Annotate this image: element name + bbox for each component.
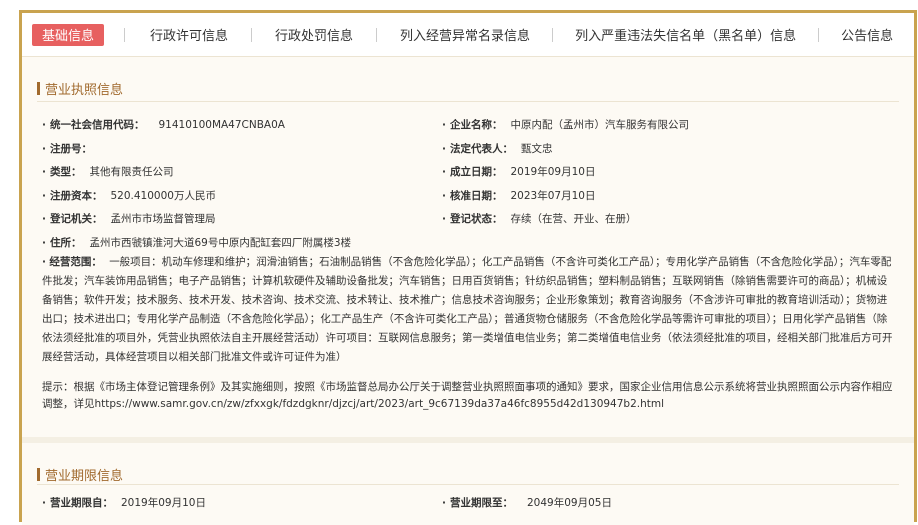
field-credit-code: · 统一社会信用代码： 91410100MA47CNBA0A xyxy=(42,118,285,132)
section-marker xyxy=(37,82,40,95)
tab-admin-license[interactable]: 行政许可信息 xyxy=(150,24,228,46)
section-divider xyxy=(37,484,899,485)
tab-separator xyxy=(818,27,820,42)
field-established: · 成立日期： 2019年09月10日 xyxy=(442,165,596,179)
field-status: · 登记状态： 存续（在营、开业、在册） xyxy=(442,212,637,226)
field-address: · 住所： 孟州市西虢镇淮河大道69号中原内配缸套四厂附属楼3楼 xyxy=(42,236,352,250)
field-company-name: · 企业名称： 中原内配（孟州市）汽车服务有限公司 xyxy=(442,118,689,132)
tab-separator xyxy=(124,27,126,42)
section-divider xyxy=(37,101,899,102)
tab-separator xyxy=(552,27,554,42)
field-approved: · 核准日期： 2023年07月10日 xyxy=(442,189,596,203)
tab-abnormal-list[interactable]: 列入经营异常名录信息 xyxy=(400,24,530,46)
field-reg-no: · 注册号： xyxy=(42,142,92,156)
field-legal-rep: · 法定代表人： 甄文忠 xyxy=(442,142,553,156)
field-type: · 类型： 其他有限责任公司 xyxy=(42,165,174,179)
tab-blacklist[interactable]: 列入严重违法失信名单（黑名单）信息 xyxy=(575,24,796,46)
tab-basic-info[interactable]: 基础信息 xyxy=(32,23,105,46)
section-title: 营业执照信息 xyxy=(37,79,123,98)
notice-text: 提示：根据《市场主体登记管理条例》及其实施细则，按照《市场监督总局办公厅关于调整… xyxy=(42,381,893,410)
section-marker xyxy=(37,468,40,481)
tab-separator xyxy=(251,27,253,42)
tab-separator xyxy=(376,27,378,42)
field-capital: · 注册资本： 520.410000万人民币 xyxy=(42,189,216,203)
business-license-section: 营业执照信息 · 统一社会信用代码： 91410100MA47CNBA0A · 企业名… xyxy=(22,57,914,437)
tab-bar: 基础信息 行政许可信息 行政处罚信息 列入经营异常名录信息 列入严重违法失信名单… xyxy=(22,13,914,57)
field-period-from: · 营业期限自： 2019年09月10日 xyxy=(42,496,206,510)
tab-admin-penalty[interactable]: 行政处罚信息 xyxy=(275,24,353,46)
business-scope-text: 一般项目：机动车修理和维护；润滑油销售；石油制品销售（不含危险化学品）；化工产品… xyxy=(42,256,893,363)
field-authority: · 登记机关： 孟州市市场监督管理局 xyxy=(42,212,216,226)
business-period-section: 营业期限信息 · 营业期限自： 2019年09月10日 · 营业期限至： 2049年09… xyxy=(22,443,914,525)
page-frame: 基础信息 行政许可信息 行政处罚信息 列入经营异常名录信息 列入严重违法失信名单… xyxy=(19,10,917,525)
tab-announcements[interactable]: 公告信息 xyxy=(841,24,893,46)
section-title: 营业期限信息 xyxy=(37,465,123,484)
field-period-to: · 营业期限至： 2049年09月05日 xyxy=(442,496,612,510)
field-business-scope: · 经营范围： 一般项目：机动车修理和维护；润滑油销售；石油制品销售（不含危险化… xyxy=(42,256,893,363)
